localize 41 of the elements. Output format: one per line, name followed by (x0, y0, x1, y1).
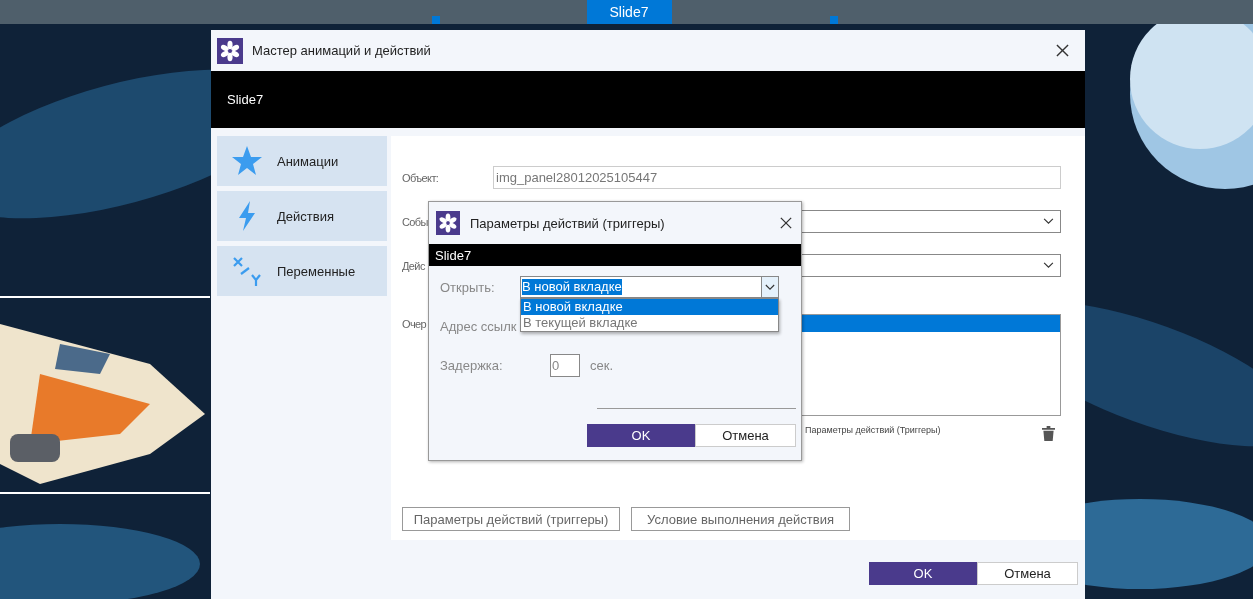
ok-button[interactable]: OK (869, 562, 977, 585)
selection-handle[interactable] (830, 16, 838, 24)
caret-icon (765, 283, 775, 291)
slide-tab[interactable]: Slide7 (586, 0, 672, 24)
close-icon[interactable] (1056, 44, 1069, 57)
selection-handle[interactable] (432, 16, 440, 24)
dropdown-option[interactable]: В текущей вкладке (521, 315, 778, 331)
cancel-button[interactable]: Отмена (695, 424, 796, 447)
action-button[interactable]: Параметры действий (триггеры) (402, 507, 620, 531)
field-label: Объект: (402, 172, 439, 184)
ok-button[interactable]: OK (587, 424, 695, 447)
nav-item[interactable]: Анимации (217, 136, 387, 186)
field-label: Адрес ссылк (440, 318, 518, 334)
action-button[interactable]: Условие выполнения действия (631, 507, 850, 531)
chevron-icon (1043, 218, 1054, 225)
slide-name: Slide7 (227, 92, 264, 107)
star-icon (231, 145, 263, 177)
flower-icon (436, 211, 460, 235)
slide-name: Slide7 (435, 247, 472, 263)
nav-item[interactable]: Переменные (217, 246, 387, 296)
field-label: Задержка: (440, 358, 504, 373)
delay-field[interactable]: 0 (550, 354, 580, 377)
dropdown-option[interactable]: В новой вкладке (521, 299, 778, 315)
flower-icon (217, 37, 243, 64)
variable-icon (231, 255, 263, 287)
trash-icon[interactable] (1042, 426, 1055, 441)
object-field[interactable]: img_panel28012025105447 (493, 166, 1061, 189)
field-label: Собы (402, 216, 428, 228)
field-label: Открыть: (440, 279, 496, 295)
dropdown-toggle[interactable] (761, 277, 778, 297)
window-title: Параметры действий (триггеры) (470, 215, 666, 231)
nav-item[interactable]: Действия (217, 191, 387, 241)
field-label: Очер (402, 318, 427, 330)
window-title: Мастер анимаций и действий (252, 43, 432, 58)
unit-label: сек. (590, 358, 614, 373)
close-icon[interactable] (780, 217, 792, 229)
cancel-button[interactable]: Отмена (977, 562, 1078, 585)
dropdown-value: В новой вкладке (522, 279, 622, 295)
list-caption: Параметры действий (Триггеры) (805, 424, 941, 435)
chevron-icon (1043, 262, 1054, 269)
field-label: Дейс (402, 260, 425, 272)
